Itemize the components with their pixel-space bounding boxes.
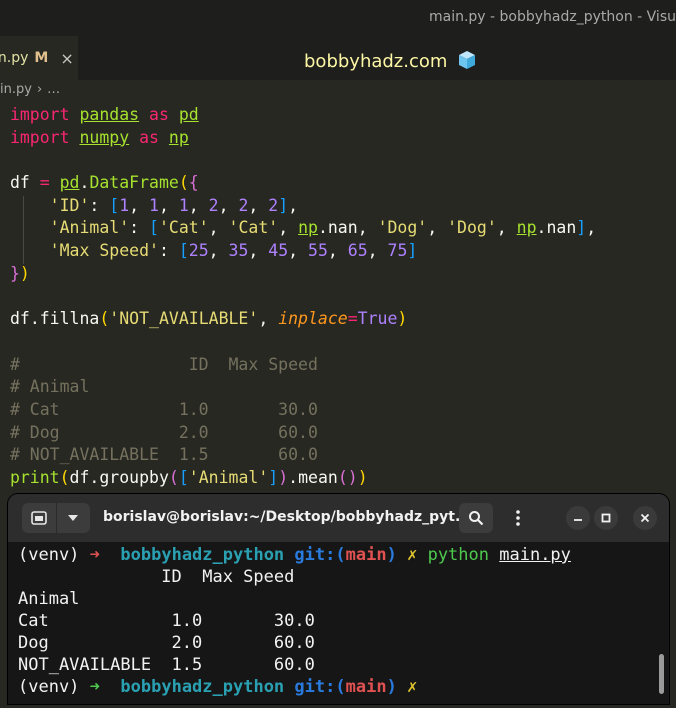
terminal-line: (venv) ➜ bobbyhadz_python git:(main) ✗ xyxy=(18,677,418,697)
code-line: 'ID': [1, 1, 1, 2, 2, 2], xyxy=(49,195,299,215)
terminal-line: (venv) ➜ bobbyhadz_python git:(main) ✗ p… xyxy=(18,545,571,565)
code-line: # NOT_AVAILABLE 1.5 60.0 xyxy=(9,445,318,465)
terminal-line: Animal xyxy=(18,589,80,609)
terminal-header: borislav@borislav:~/Desktop/bobbyhadz_py… xyxy=(8,494,669,542)
window-title: main.py - bobbyhadz_python - Visu xyxy=(428,9,676,25)
code-editor[interactable]: import pandas as pd import numpy as np d… xyxy=(0,104,676,490)
code-line: # Animal xyxy=(9,377,90,397)
search-icon xyxy=(469,511,484,526)
code-line: df.fillna('NOT_AVAILABLE', inplace=True) xyxy=(9,309,408,329)
vertical-ellipsis-icon xyxy=(516,510,520,526)
watermark-text: bobbyhadz.com xyxy=(304,51,448,72)
tab-label: in.py xyxy=(0,50,29,66)
minimize-button[interactable] xyxy=(566,506,590,530)
close-button[interactable] xyxy=(633,506,657,530)
close-icon[interactable]: × xyxy=(60,49,73,68)
terminal-output[interactable]: (venv) ➜ bobbyhadz_python git:(main) ✗ p… xyxy=(18,544,658,698)
code-line: }) xyxy=(9,263,30,283)
code-line: # ID Max Speed xyxy=(9,354,318,374)
code-line: df = pd.DataFrame({ xyxy=(9,173,199,193)
menu-button[interactable] xyxy=(503,503,533,533)
cube-icon xyxy=(459,51,476,69)
minimize-icon xyxy=(574,519,582,521)
new-tab-button-group[interactable] xyxy=(22,503,90,533)
terminal-title: borislav@borislav:~/Desktop/bobbyhadz_py… xyxy=(103,509,471,525)
tab-main-py[interactable]: in.py M × xyxy=(0,36,78,80)
code-line: print(df.groupby(['Animal']).mean()) xyxy=(9,468,368,487)
terminal-plus-icon xyxy=(30,511,47,525)
code-line: 'Animal': ['Cat', 'Cat', np.nan, 'Dog', … xyxy=(49,218,597,238)
modified-badge: M xyxy=(34,50,49,66)
terminal-line: Cat 1.0 30.0 xyxy=(18,611,315,631)
code-line: import pandas as pd xyxy=(9,105,199,124)
code-line: # Cat 1.0 30.0 xyxy=(9,399,318,419)
tab-menu-button[interactable] xyxy=(57,503,91,533)
terminal-scrollbar[interactable] xyxy=(659,654,664,694)
watermark: bobbyhadz.com xyxy=(304,50,477,72)
breadcrumb: in.py › … xyxy=(0,82,65,102)
title-bar: main.py - bobbyhadz_python - Visu xyxy=(0,0,676,36)
maximize-icon xyxy=(601,513,611,523)
terminal-line: NOT_AVAILABLE 1.5 60.0 xyxy=(18,655,315,675)
terminal-line: Dog 2.0 60.0 xyxy=(18,633,315,653)
breadcrumb-file[interactable]: in.py xyxy=(0,82,32,97)
close-icon xyxy=(640,513,650,523)
breadcrumb-more[interactable]: … xyxy=(47,82,60,97)
terminal-line: ID Max Speed xyxy=(18,567,295,587)
code-line: import numpy as np xyxy=(9,127,189,147)
code-line: # Dog 2.0 60.0 xyxy=(9,422,318,442)
maximize-button[interactable] xyxy=(594,506,618,530)
new-tab-button[interactable] xyxy=(22,503,57,533)
code-line: 'Max Speed': [25, 35, 45, 55, 65, 75] xyxy=(49,241,418,261)
terminal-window[interactable]: borislav@borislav:~/Desktop/bobbyhadz_py… xyxy=(8,494,669,704)
chevron-right-icon: › xyxy=(36,82,43,97)
chevron-down-icon xyxy=(68,515,79,521)
search-button[interactable] xyxy=(459,503,493,533)
